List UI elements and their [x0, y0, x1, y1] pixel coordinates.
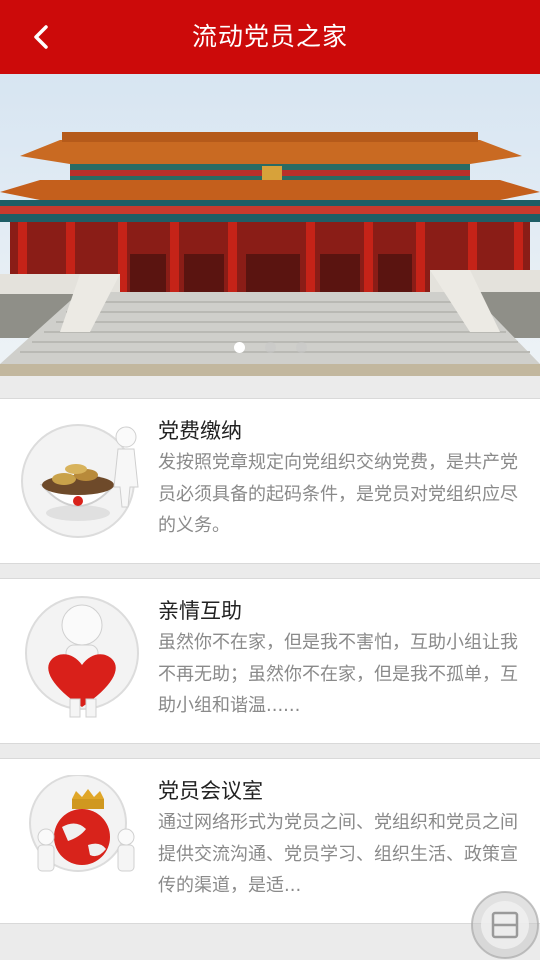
carousel-dot[interactable] [295, 342, 307, 353]
carousel-dot[interactable] [233, 342, 245, 353]
page-title: 流动党员之家 [191, 22, 348, 51]
coin-bowl-icon [21, 424, 139, 538]
carousel-indicator [0, 342, 540, 353]
card-description: 虽然你不在家，但是我不害怕，互助小组让我不再无助；虽然你不在家，但是我不孤单，互… [158, 632, 518, 716]
layout-icon [471, 891, 539, 959]
temple-image [0, 74, 540, 376]
globe-meeting-icon [29, 775, 135, 872]
app-header: 流动党员之家 [0, 0, 540, 74]
card-title: 党费缴纳 [158, 419, 242, 443]
floating-layout-button[interactable] [470, 890, 540, 960]
banner-carousel[interactable] [0, 74, 540, 376]
menu-card-meeting-room[interactable]: 党员会议室 通过网络形式为党员之间、党组织和党员之间提供交流沟通、党员学习、组织… [0, 758, 540, 924]
card-description: 发按照党章规定向党组织交纳党费，是共产党员必须具备的起码条件，是党员对党组织应尽… [158, 452, 518, 536]
heart-figure-icon [25, 596, 139, 718]
card-description: 通过网络形式为党员之间、党组织和党员之间提供交流沟通、党员学习、组织生活、政策宣… [158, 812, 518, 896]
menu-card-family-support[interactable]: 亲情互助 虽然你不在家，但是我不害怕，互助小组让我不再无助；虽然你不在家，但是我… [0, 578, 540, 744]
card-title: 党员会议室 [158, 779, 263, 803]
carousel-dot[interactable] [264, 342, 276, 353]
card-title: 亲情互助 [158, 599, 242, 623]
menu-card-party-dues[interactable]: 党费缴纳 发按照党章规定向党组织交纳党费，是共产党员必须具备的起码条件，是党员对… [0, 398, 540, 564]
